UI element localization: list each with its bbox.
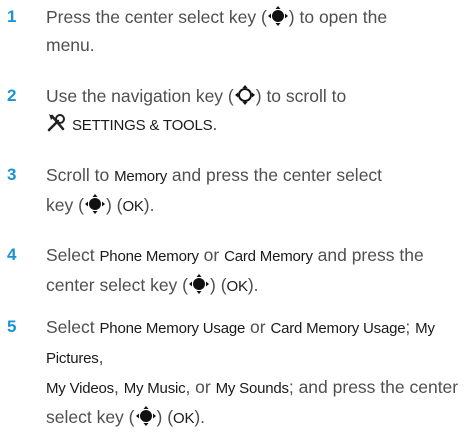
- phone-memory-usage-label: Phone Memory Usage: [99, 320, 246, 337]
- settings-tools-label: SETTINGS & TOOLS: [72, 117, 213, 134]
- step-text-segment: ).: [247, 275, 259, 295]
- center-select-key-icon: [267, 5, 289, 27]
- center-select-key-icon: [188, 273, 210, 295]
- step-text-segment: ).: [143, 195, 155, 215]
- step-text-segment: center select key (: [46, 275, 188, 295]
- step-text: Scroll to Memory and press the center se…: [46, 161, 460, 221]
- ok-label: OK: [226, 278, 248, 295]
- my-music-label: My Music: [123, 380, 186, 397]
- memory-label: Memory: [114, 168, 168, 185]
- step-number: 3: [7, 165, 17, 184]
- step-text-segment: and press the: [312, 245, 424, 265]
- step-text-segment: Select: [46, 317, 100, 337]
- card-memory-usage-label: Card Memory Usage: [270, 320, 406, 337]
- step-text-segment: ,: [113, 377, 124, 397]
- step-number: 5: [7, 317, 17, 336]
- step-text: Select Phone Memory or Card Memory and p…: [46, 241, 460, 301]
- step-number: 1: [7, 7, 17, 26]
- step-text-segment: ;: [405, 317, 416, 337]
- step-text-segment: Scroll to: [46, 165, 115, 185]
- step-text-segment: Press the center select key (: [46, 7, 267, 27]
- step-text-segment: Select: [46, 245, 100, 265]
- step-text-segment: ,: [98, 347, 104, 367]
- navigation-key-icon: [234, 84, 256, 106]
- card-memory-label: Card Memory: [224, 248, 313, 265]
- step-text-segment: select key (: [46, 407, 135, 427]
- step-text-segment: ) (: [105, 195, 123, 215]
- my-sounds-label: My Sounds: [215, 380, 289, 397]
- step-text-segment: ).: [194, 407, 206, 427]
- step-text-segment: key (: [46, 195, 84, 215]
- my-videos-label: My Videos: [46, 380, 114, 397]
- instruction-steps: 1 Press the center select key ( ) to open…: [0, 0, 466, 427]
- step-text-segment: ) to open the: [288, 7, 388, 27]
- center-select-key-icon: [135, 405, 157, 427]
- step-number: 2: [7, 86, 17, 105]
- step-text-segment: , or: [185, 377, 216, 397]
- step-text: Select Phone Memory Usage or Card Memory…: [46, 313, 460, 433]
- step-text: Use the navigation key ( ) to scroll to S…: [46, 82, 460, 140]
- step-text-segment: ) to scroll to: [255, 86, 347, 106]
- step-text-segment: menu.: [46, 35, 95, 55]
- center-select-key-icon: [84, 193, 106, 215]
- step-text-segment: ; and press the center: [288, 377, 459, 397]
- step-number: 4: [7, 245, 17, 264]
- phone-memory-label: Phone Memory: [99, 248, 200, 265]
- step-text-segment: or: [245, 317, 271, 337]
- ok-label: OK: [173, 410, 195, 427]
- step-text-segment: or: [198, 245, 225, 265]
- ok-label: OK: [122, 198, 144, 215]
- step-text-segment: .: [212, 114, 218, 134]
- step-text-segment: and press the center select: [167, 165, 383, 185]
- step-text: Press the center select key ( ) to open t…: [46, 3, 460, 59]
- step-text-segment: Use the navigation key (: [46, 86, 234, 106]
- step-text-segment: ) (: [156, 407, 174, 427]
- step-text-segment: ) (: [210, 275, 227, 295]
- settings-tools-icon: [46, 113, 68, 133]
